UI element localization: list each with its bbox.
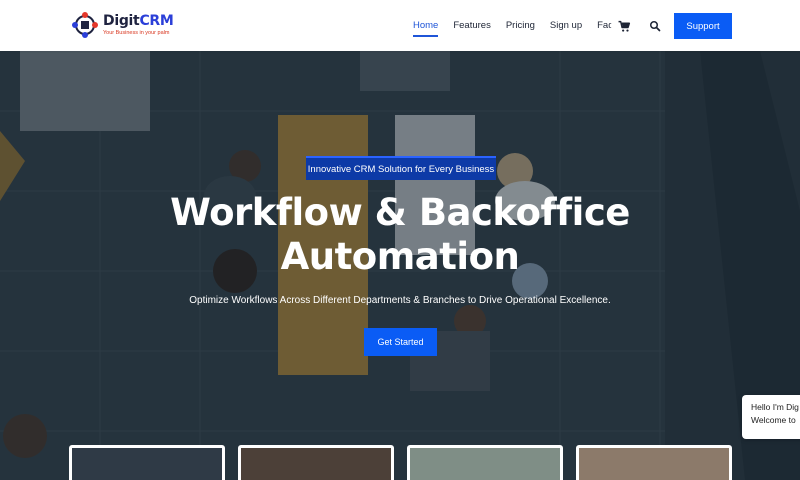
card-image	[72, 448, 222, 480]
feature-card[interactable]	[407, 445, 563, 480]
feature-card[interactable]	[69, 445, 225, 480]
logo[interactable]: DigitCRM Your Business in your palm	[70, 10, 174, 40]
search-button[interactable]	[642, 13, 668, 39]
logo-icon	[70, 10, 100, 40]
main-nav: Home Features Pricing Sign up Faq	[413, 0, 629, 51]
card-image	[410, 448, 560, 480]
nav-features[interactable]: Features	[453, 20, 491, 31]
feature-cards	[0, 445, 800, 480]
brand-tagline: Your Business in your palm	[103, 30, 170, 36]
nav-signup[interactable]: Sign up	[550, 20, 582, 31]
card-image	[241, 448, 391, 480]
feature-card[interactable]	[238, 445, 394, 480]
nav-pricing[interactable]: Pricing	[506, 20, 535, 31]
chat-widget[interactable]: Hello I'm Dig Welcome to	[742, 395, 800, 439]
search-icon	[650, 21, 661, 32]
cart-icon	[618, 20, 630, 32]
site-header: DigitCRM Your Business in your palm Home…	[0, 0, 800, 51]
hero-badge: Innovative CRM Solution for Every Busine…	[306, 156, 496, 180]
hero-section: Innovative CRM Solution for Every Busine…	[0, 51, 800, 480]
hero-title: Workflow & Backoffice Automation	[170, 191, 630, 278]
hero-subtitle: Optimize Workflows Across Different Depa…	[189, 295, 611, 306]
get-started-button[interactable]: Get Started	[364, 328, 437, 356]
support-button[interactable]: Support	[674, 13, 732, 39]
card-image	[579, 448, 729, 480]
brand-name: DigitCRM	[103, 13, 174, 29]
nav-home[interactable]: Home	[413, 20, 439, 37]
feature-card[interactable]	[576, 445, 732, 480]
cart-button[interactable]	[611, 13, 637, 39]
